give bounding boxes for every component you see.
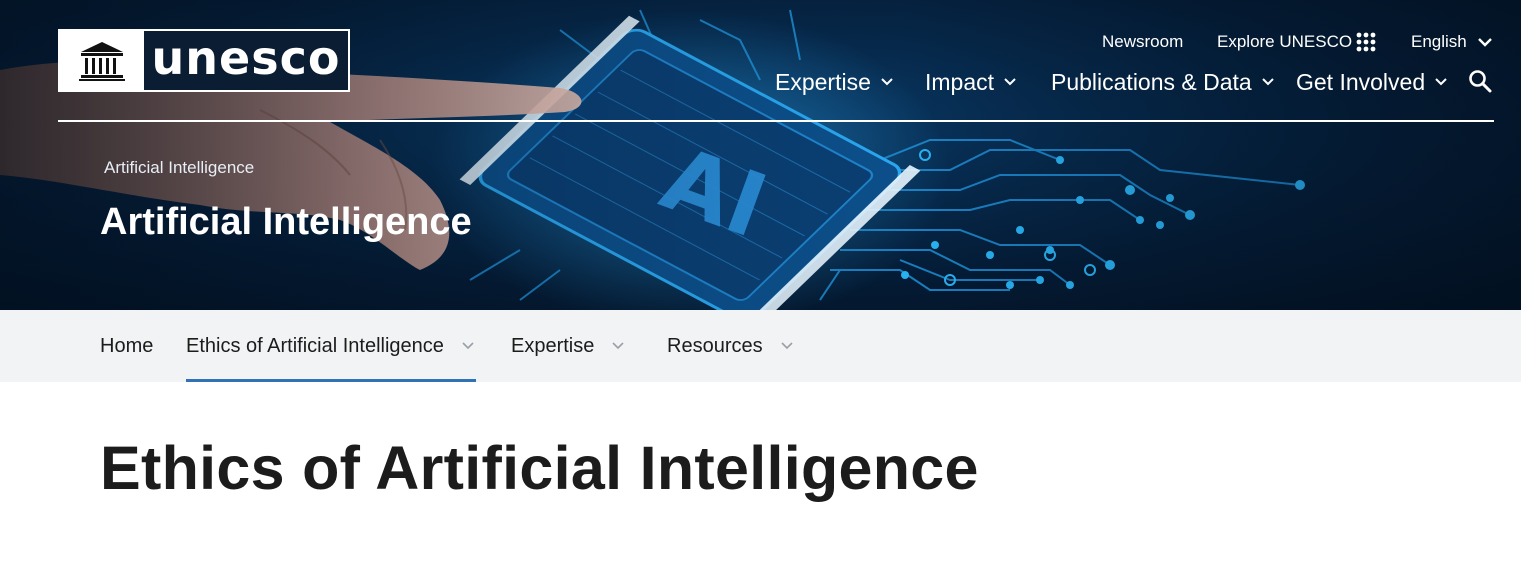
subnav-home-label: Home bbox=[100, 334, 154, 357]
utility-bar: Newsroom Explore UNESCO English bbox=[0, 30, 1521, 54]
chevron-down-icon bbox=[1435, 78, 1447, 86]
nav-impact-label: Impact bbox=[925, 68, 995, 95]
search-icon[interactable] bbox=[1468, 69, 1492, 93]
page-title: Ethics of Artificial Intelligence bbox=[100, 434, 979, 502]
nav-get-involved[interactable]: Get Involved bbox=[1296, 66, 1447, 98]
chevron-down-icon bbox=[781, 342, 793, 350]
nav-get-involved-label: Get Involved bbox=[1296, 68, 1426, 95]
active-tab-indicator bbox=[186, 379, 476, 382]
explore-unesco-link[interactable]: Explore UNESCO bbox=[1217, 30, 1352, 54]
grid-icon[interactable] bbox=[1356, 32, 1376, 52]
section-subnav: Home Ethics of Artificial Intelligence E… bbox=[0, 310, 1521, 382]
chevron-down-icon bbox=[462, 342, 474, 350]
main-navigation: Expertise Impact Publications & Data Get… bbox=[0, 66, 1521, 98]
chevron-down-icon bbox=[612, 342, 624, 350]
subnav-resources-label: Resources bbox=[667, 334, 763, 357]
nav-expertise-label: Expertise bbox=[775, 68, 871, 95]
hero-title: Artificial Intelligence bbox=[100, 201, 472, 243]
subnav-expertise[interactable]: Expertise bbox=[511, 310, 624, 382]
chevron-down-icon bbox=[881, 78, 893, 86]
chevron-down-icon[interactable] bbox=[1477, 36, 1493, 48]
subnav-home[interactable]: Home bbox=[100, 310, 153, 382]
subnav-resources[interactable]: Resources bbox=[667, 310, 793, 382]
nav-expertise[interactable]: Expertise bbox=[775, 66, 893, 98]
subnav-ethics-label: Ethics of Artificial Intelligence bbox=[186, 334, 444, 357]
subnav-ethics-of-ai[interactable]: Ethics of Artificial Intelligence bbox=[186, 310, 474, 382]
subnav-expertise-label: Expertise bbox=[511, 334, 595, 357]
hero-banner: AI unesco Newsroom Explore UNESCO bbox=[0, 0, 1521, 310]
breadcrumb[interactable]: Artificial Intelligence bbox=[104, 157, 254, 179]
chevron-down-icon bbox=[1262, 78, 1274, 86]
nav-publications-data[interactable]: Publications & Data bbox=[1051, 66, 1274, 98]
header-divider bbox=[58, 120, 1494, 122]
nav-impact[interactable]: Impact bbox=[925, 66, 1016, 98]
language-selector[interactable]: English bbox=[1411, 30, 1467, 54]
newsroom-link[interactable]: Newsroom bbox=[1102, 30, 1183, 54]
chevron-down-icon bbox=[1004, 78, 1016, 86]
nav-publications-label: Publications & Data bbox=[1051, 68, 1252, 95]
